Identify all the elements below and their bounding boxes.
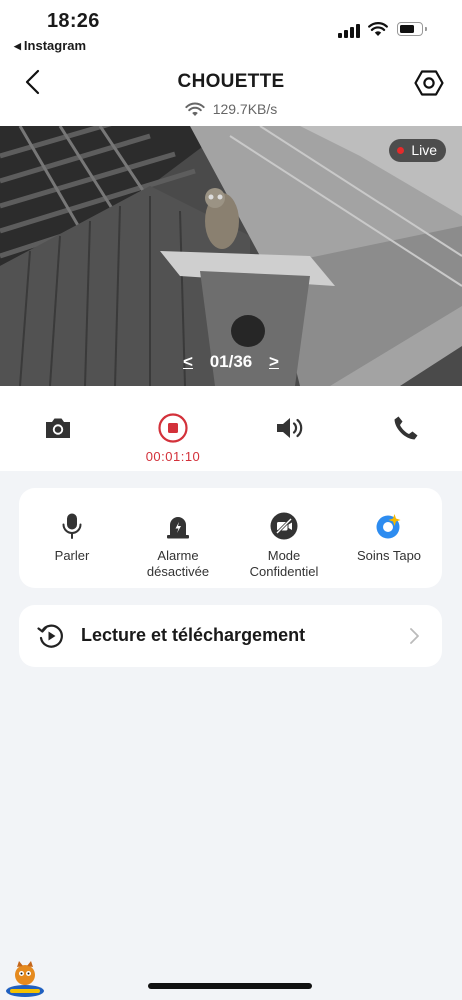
- video-controls: 00:01:10: [0, 386, 462, 471]
- alarm-label: Alarme désactivée: [146, 548, 210, 579]
- page-counter: 01/36: [209, 352, 253, 371]
- camera-pager: < 01/36 >: [0, 352, 462, 372]
- privacy-mode-button[interactable]: Mode Confidentiel: [231, 488, 337, 588]
- microphone-icon: [62, 513, 82, 539]
- quick-actions-card: Parler Alarme désactivée Mode Confidenti…: [19, 488, 442, 588]
- back-to-app-link[interactable]: ◀ Instagram: [14, 38, 86, 53]
- camera-off-icon: [270, 512, 298, 540]
- tapo-care-label: Soins Tapo: [356, 548, 422, 563]
- cellular-signal-icon: [338, 22, 360, 38]
- talk-label: Parler: [54, 548, 90, 563]
- home-indicator[interactable]: [148, 983, 312, 989]
- live-dot-icon: [397, 147, 405, 154]
- siren-icon: [167, 517, 189, 539]
- wifi-status-icon: [368, 22, 388, 36]
- status-bar: 18:26 ◀ Instagram: [0, 0, 462, 58]
- camera-snapshot-icon[interactable]: [42, 412, 74, 444]
- tapo-care-icon: [376, 514, 401, 539]
- camera-feed-image: [0, 126, 462, 386]
- alarm-button[interactable]: Alarme désactivée: [125, 488, 231, 588]
- phone-call-icon[interactable]: [390, 412, 422, 444]
- prev-camera-button[interactable]: <: [171, 352, 205, 372]
- live-label: Live: [411, 142, 437, 158]
- battery-icon: [397, 22, 427, 36]
- recording-timer: 00:01:10: [145, 449, 201, 464]
- live-badge: Live: [389, 139, 446, 162]
- playback-download-row[interactable]: Lecture et téléchargement: [19, 605, 442, 667]
- speed-value: 129.7KB/s: [212, 101, 278, 117]
- wifi-icon: [185, 102, 205, 116]
- privacy-mode-label: Mode Confidentiel: [249, 548, 319, 579]
- connection-speed: 129.7KB/s: [0, 101, 462, 117]
- back-triangle-icon: ◀: [14, 41, 21, 51]
- camera-name-title: CHOUETTE: [177, 71, 285, 92]
- live-video-feed[interactable]: Live < 01/36 >: [0, 126, 462, 386]
- playback-label: Lecture et téléchargement: [81, 625, 306, 645]
- history-playback-icon: [37, 624, 63, 648]
- record-stop-icon[interactable]: [157, 412, 189, 444]
- app-header: CHOUETTE 129.7KB/s: [0, 58, 462, 126]
- settings-hexagon-icon[interactable]: [414, 68, 444, 98]
- watermark-logo: [6, 961, 44, 997]
- back-app-label: Instagram: [23, 38, 87, 53]
- tapo-care-button[interactable]: Soins Tapo: [336, 488, 442, 588]
- speaker-volume-icon[interactable]: [273, 412, 305, 444]
- talk-button[interactable]: Parler: [19, 488, 125, 588]
- next-camera-button[interactable]: >: [257, 352, 291, 372]
- chevron-right-icon: [410, 628, 419, 644]
- status-time: 18:26: [47, 10, 100, 32]
